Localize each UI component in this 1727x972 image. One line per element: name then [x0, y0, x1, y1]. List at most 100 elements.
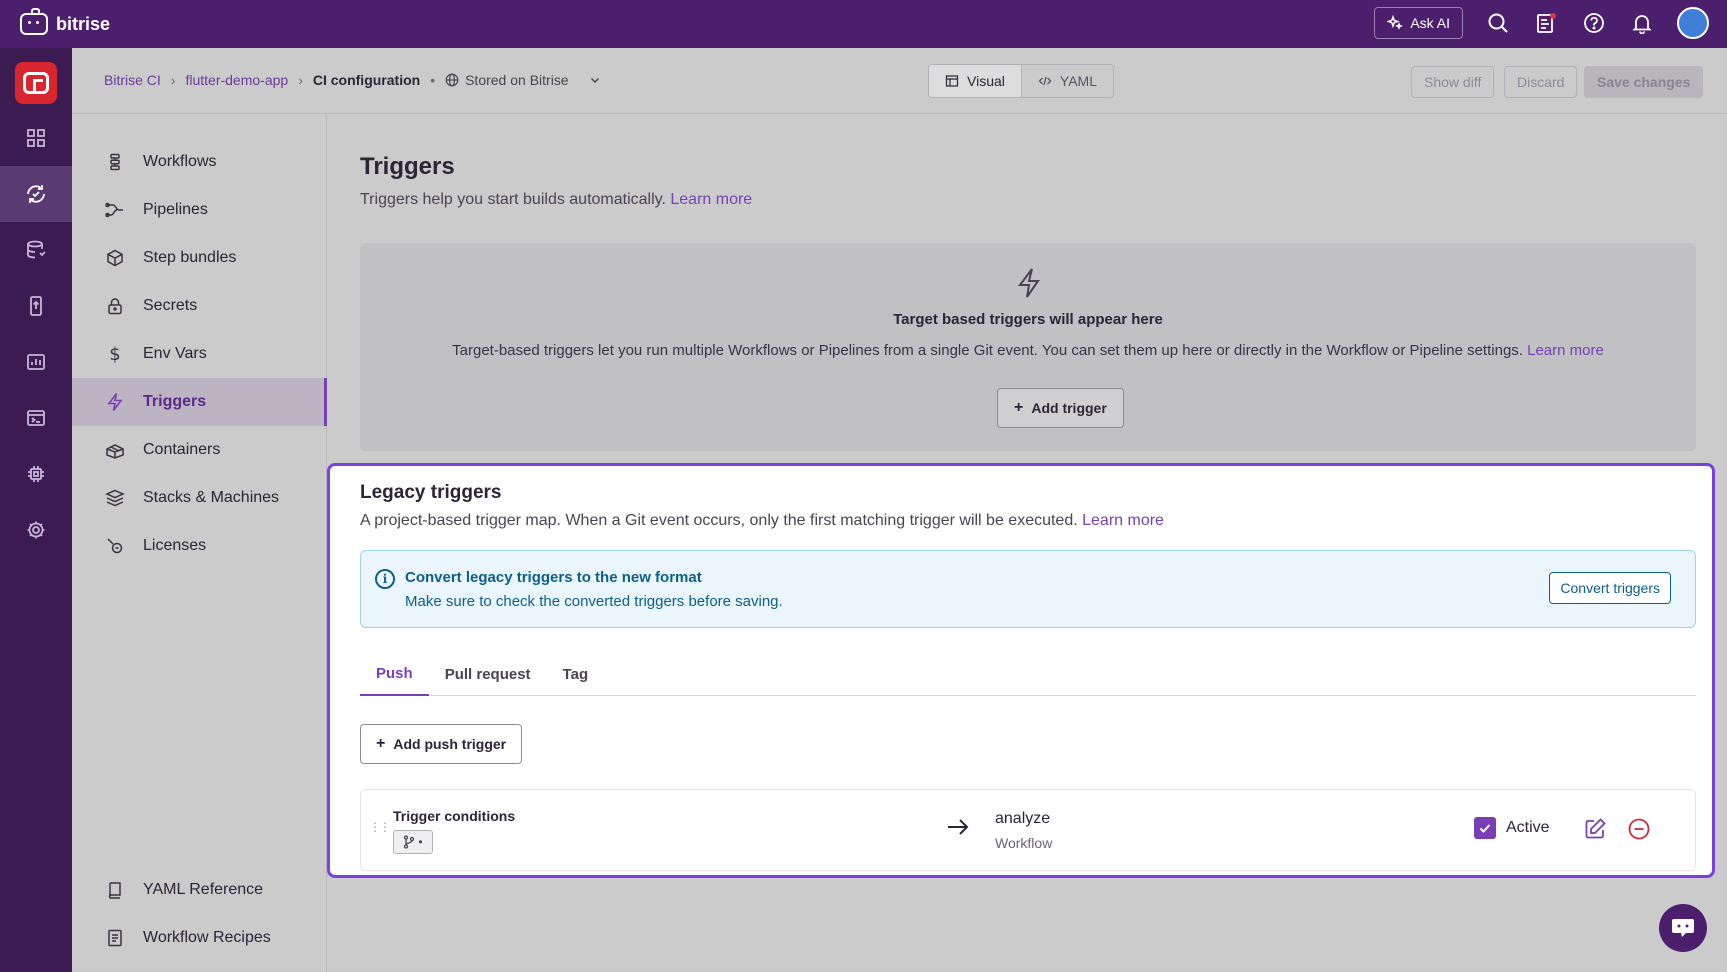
condition-value: • [418, 835, 423, 849]
show-diff-button[interactable]: Show diff [1411, 66, 1495, 98]
breadcrumb-bitrise-ci[interactable]: Bitrise CI [104, 72, 161, 88]
nav-item-licenses[interactable]: Licenses [72, 522, 327, 570]
nav-label: Licenses [143, 537, 207, 554]
build-cache-icon[interactable] [0, 222, 72, 278]
search-icon[interactable] [1485, 10, 1511, 36]
nav-item-containers[interactable]: Containers [72, 426, 327, 474]
recipes-icon [105, 928, 125, 948]
table-icon [945, 75, 959, 87]
save-changes-button[interactable]: Save changes [1584, 66, 1704, 98]
remove-icon[interactable] [1627, 817, 1651, 841]
storage-selector[interactable]: Stored on Bitrise [445, 72, 601, 88]
active-checkbox[interactable] [1474, 817, 1496, 839]
nav-item-yaml-reference[interactable]: YAML Reference [72, 866, 327, 914]
page-subtitle: Triggers help you start builds automatic… [360, 191, 752, 209]
branch-condition-chip[interactable]: • [393, 830, 433, 854]
nav-item-triggers[interactable]: Triggers [72, 378, 327, 426]
settings-icon[interactable] [0, 502, 72, 558]
convert-triggers-button[interactable]: Convert triggers [1549, 572, 1671, 604]
target-triggers-title: Target based triggers will appear here [893, 311, 1163, 328]
stack-icon [105, 488, 125, 508]
page-subtitle-text: Triggers help you start builds automatic… [360, 191, 666, 208]
step-bundles-icon [105, 248, 125, 268]
nav-item-env-vars[interactable]: $ Env Vars [72, 330, 327, 378]
nav-item-workflows[interactable]: Workflows [72, 138, 327, 186]
legacy-triggers-card: Legacy triggers A project-based trigger … [327, 463, 1715, 878]
legacy-learn-more-link[interactable]: Learn more [1082, 512, 1164, 529]
active-toggle[interactable]: Active [1474, 817, 1550, 839]
left-rail [0, 48, 72, 972]
chevron-right-icon: › [170, 72, 176, 88]
add-trigger-label: Add trigger [1031, 400, 1107, 416]
breadcrumb-app[interactable]: flutter-demo-app [185, 72, 288, 88]
page-title: Triggers [360, 153, 455, 180]
user-avatar[interactable] [1677, 7, 1709, 39]
tab-push[interactable]: Push [360, 652, 429, 696]
add-push-trigger-button[interactable]: + Add push trigger [360, 724, 523, 764]
chat-support-button[interactable] [1659, 904, 1707, 952]
target-learn-more-link[interactable]: Learn more [1527, 342, 1604, 359]
dashboard-icon[interactable] [0, 110, 72, 166]
nav-label: Secrets [143, 297, 198, 314]
trigger-type-tabs: Push Pull request Tag [360, 652, 1696, 696]
app-avatar[interactable] [15, 62, 57, 104]
chat-icon [1672, 919, 1694, 937]
visual-label: Visual [967, 73, 1005, 89]
nav-label: Triggers [143, 393, 207, 410]
yaml-view-button[interactable]: YAML [1022, 65, 1113, 97]
discard-button[interactable]: Discard [1504, 66, 1578, 98]
plus-icon: + [1014, 399, 1024, 416]
globe-icon [445, 73, 459, 87]
add-trigger-button[interactable]: + Add trigger [997, 388, 1124, 428]
chevron-right-icon: › [298, 72, 303, 88]
ask-ai-button[interactable]: Ask AI [1374, 7, 1463, 39]
info-icon: i [375, 569, 395, 589]
nav-label: Workflows [143, 153, 217, 170]
insights-icon[interactable] [0, 334, 72, 390]
legacy-triggers-subtitle: A project-based trigger map. When a Git … [360, 512, 1164, 530]
bitrise-logo-icon [20, 8, 48, 35]
containers-icon [105, 440, 125, 460]
edit-icon[interactable] [1583, 817, 1607, 841]
nav-item-step-bundles[interactable]: Step bundles [72, 234, 327, 282]
target-triggers-empty-state: Target based triggers will appear here T… [360, 243, 1696, 451]
nav-label: YAML Reference [143, 881, 264, 898]
legacy-triggers-title: Legacy triggers [360, 482, 502, 503]
tab-pull-request[interactable]: Pull request [429, 652, 547, 696]
nav-item-stacks[interactable]: Stacks & Machines [72, 474, 327, 522]
view-switch: Visual YAML [928, 64, 1114, 98]
drag-handle-icon[interactable]: ⋮⋮ [369, 821, 391, 833]
brand-name: bitrise [56, 13, 111, 34]
convert-banner-title: Convert legacy triggers to the new forma… [405, 569, 702, 586]
brand[interactable]: bitrise [20, 8, 111, 35]
terminal-icon[interactable] [0, 390, 72, 446]
arrow-right-icon [948, 819, 969, 835]
separator-dot: • [430, 72, 436, 88]
code-icon [1038, 76, 1052, 86]
trigger-conditions-label: Trigger conditions [393, 808, 516, 824]
active-label: Active [1506, 819, 1550, 836]
plus-icon: + [376, 735, 386, 752]
nav-label: Containers [143, 441, 221, 458]
trigger-row: ⋮⋮ Trigger conditions • analyze Workflow… [360, 789, 1696, 871]
changelog-icon[interactable] [1533, 10, 1559, 36]
top-bar: bitrise Ask AI [0, 0, 1727, 48]
pipelines-icon [105, 200, 125, 220]
visual-view-button[interactable]: Visual [929, 65, 1022, 97]
nav-item-workflow-recipes[interactable]: Workflow Recipes [72, 914, 327, 962]
release-icon[interactable] [0, 278, 72, 334]
dollar-icon: $ [109, 343, 121, 365]
nav-item-pipelines[interactable]: Pipelines [72, 186, 327, 234]
nav-label: Env Vars [143, 345, 207, 362]
ci-icon[interactable] [0, 166, 72, 222]
chip-icon[interactable] [0, 446, 72, 502]
nav-label: Step bundles [143, 249, 237, 266]
learn-more-link[interactable]: Learn more [670, 191, 752, 208]
tab-tag[interactable]: Tag [547, 652, 605, 696]
bell-icon[interactable] [1629, 10, 1655, 36]
help-icon[interactable] [1581, 10, 1607, 36]
git-branch-icon [404, 835, 415, 849]
chevron-down-icon [590, 77, 599, 84]
workflows-icon [105, 152, 125, 172]
nav-item-secrets[interactable]: Secrets [72, 282, 327, 330]
